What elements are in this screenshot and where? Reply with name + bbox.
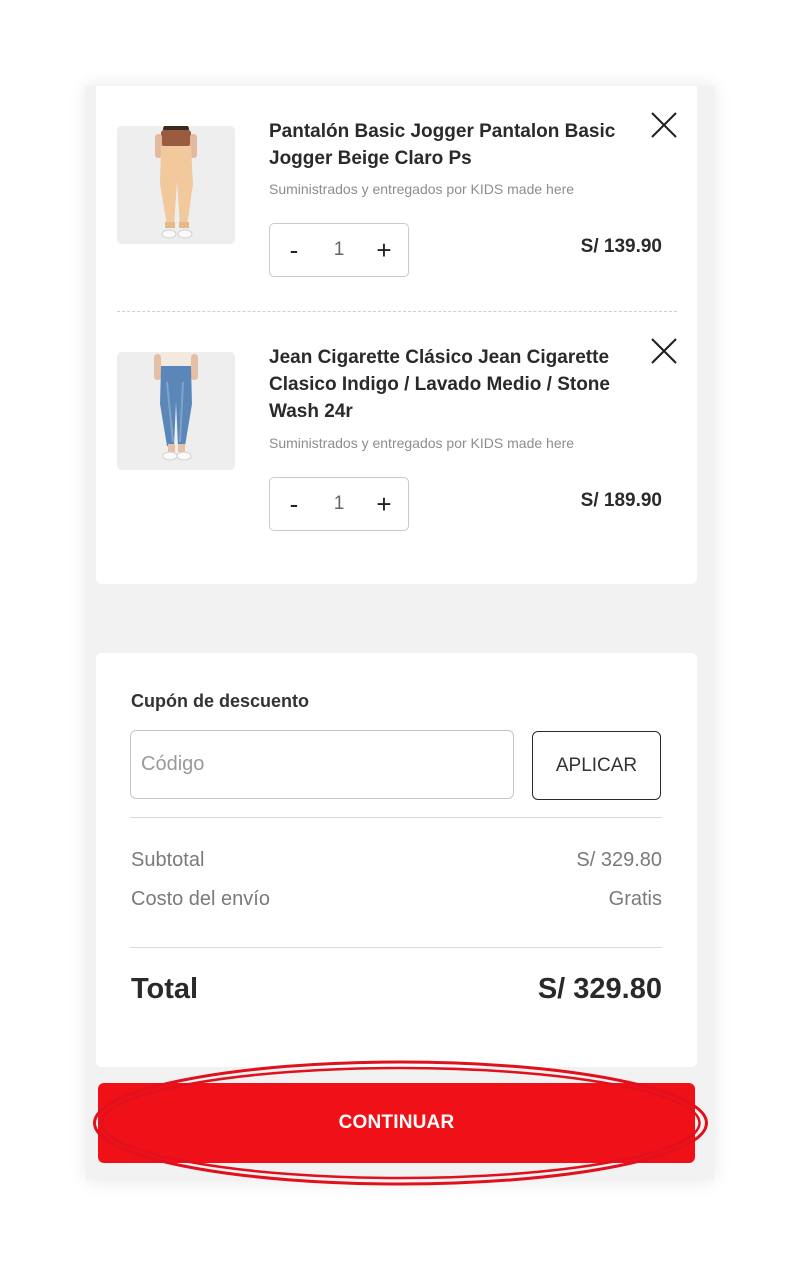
remove-item-button[interactable] [649,110,679,140]
coupon-code-input[interactable] [130,730,514,799]
quantity-stepper: - 1 + [269,223,409,277]
total-label: Total [131,973,199,1005]
close-icon [651,338,677,364]
coupon-label: Cupón de descuento [131,691,310,711]
decrease-quantity-button[interactable]: - [274,478,314,530]
cart-item: Jean Cigarette Clásico Jean Cigarette Cl… [96,312,697,582]
quantity-stepper: - 1 + [269,477,409,531]
subtotal-label: Subtotal [131,849,205,871]
product-title[interactable]: Pantalón Basic Jogger Pantalon Basic Jog… [269,118,639,172]
total-value: S/ 329.80 [537,973,662,1005]
product-title[interactable]: Jean Cigarette Clásico Jean Cigarette Cl… [269,344,639,425]
item-price: S/ 139.90 [580,236,662,257]
shipping-cost-value: Gratis [608,888,662,910]
seller-info: Suministrados y entregados por KIDS made… [269,435,575,451]
divider [130,947,662,948]
item-price: S/ 189.90 [580,490,662,511]
shipping-cost-label: Costo del envío [131,888,270,910]
divider [130,817,662,818]
seller-info: Suministrados y entregados por KIDS made… [269,181,575,197]
decrease-quantity-button[interactable]: - [274,224,314,276]
remove-item-button[interactable] [649,336,679,366]
increase-quantity-button[interactable]: + [364,478,404,530]
continue-button[interactable]: CONTINUAR [98,1083,695,1163]
increase-quantity-button[interactable]: + [364,224,404,276]
close-icon [651,112,677,138]
product-image-blue-jeans[interactable] [117,352,235,470]
cart-items-card: Pantalón Basic Jogger Pantalon Basic Jog… [96,86,697,584]
quantity-value: 1 [333,239,345,260]
order-summary-card: Cupón de descuento APLICAR Subtotal S/ 3… [96,653,697,1067]
quantity-value: 1 [333,493,345,514]
apply-coupon-button[interactable]: APLICAR [532,731,661,800]
product-image-beige-jogger[interactable] [117,126,235,244]
cart-item: Pantalón Basic Jogger Pantalon Basic Jog… [96,86,697,311]
subtotal-value: S/ 329.80 [576,849,662,871]
